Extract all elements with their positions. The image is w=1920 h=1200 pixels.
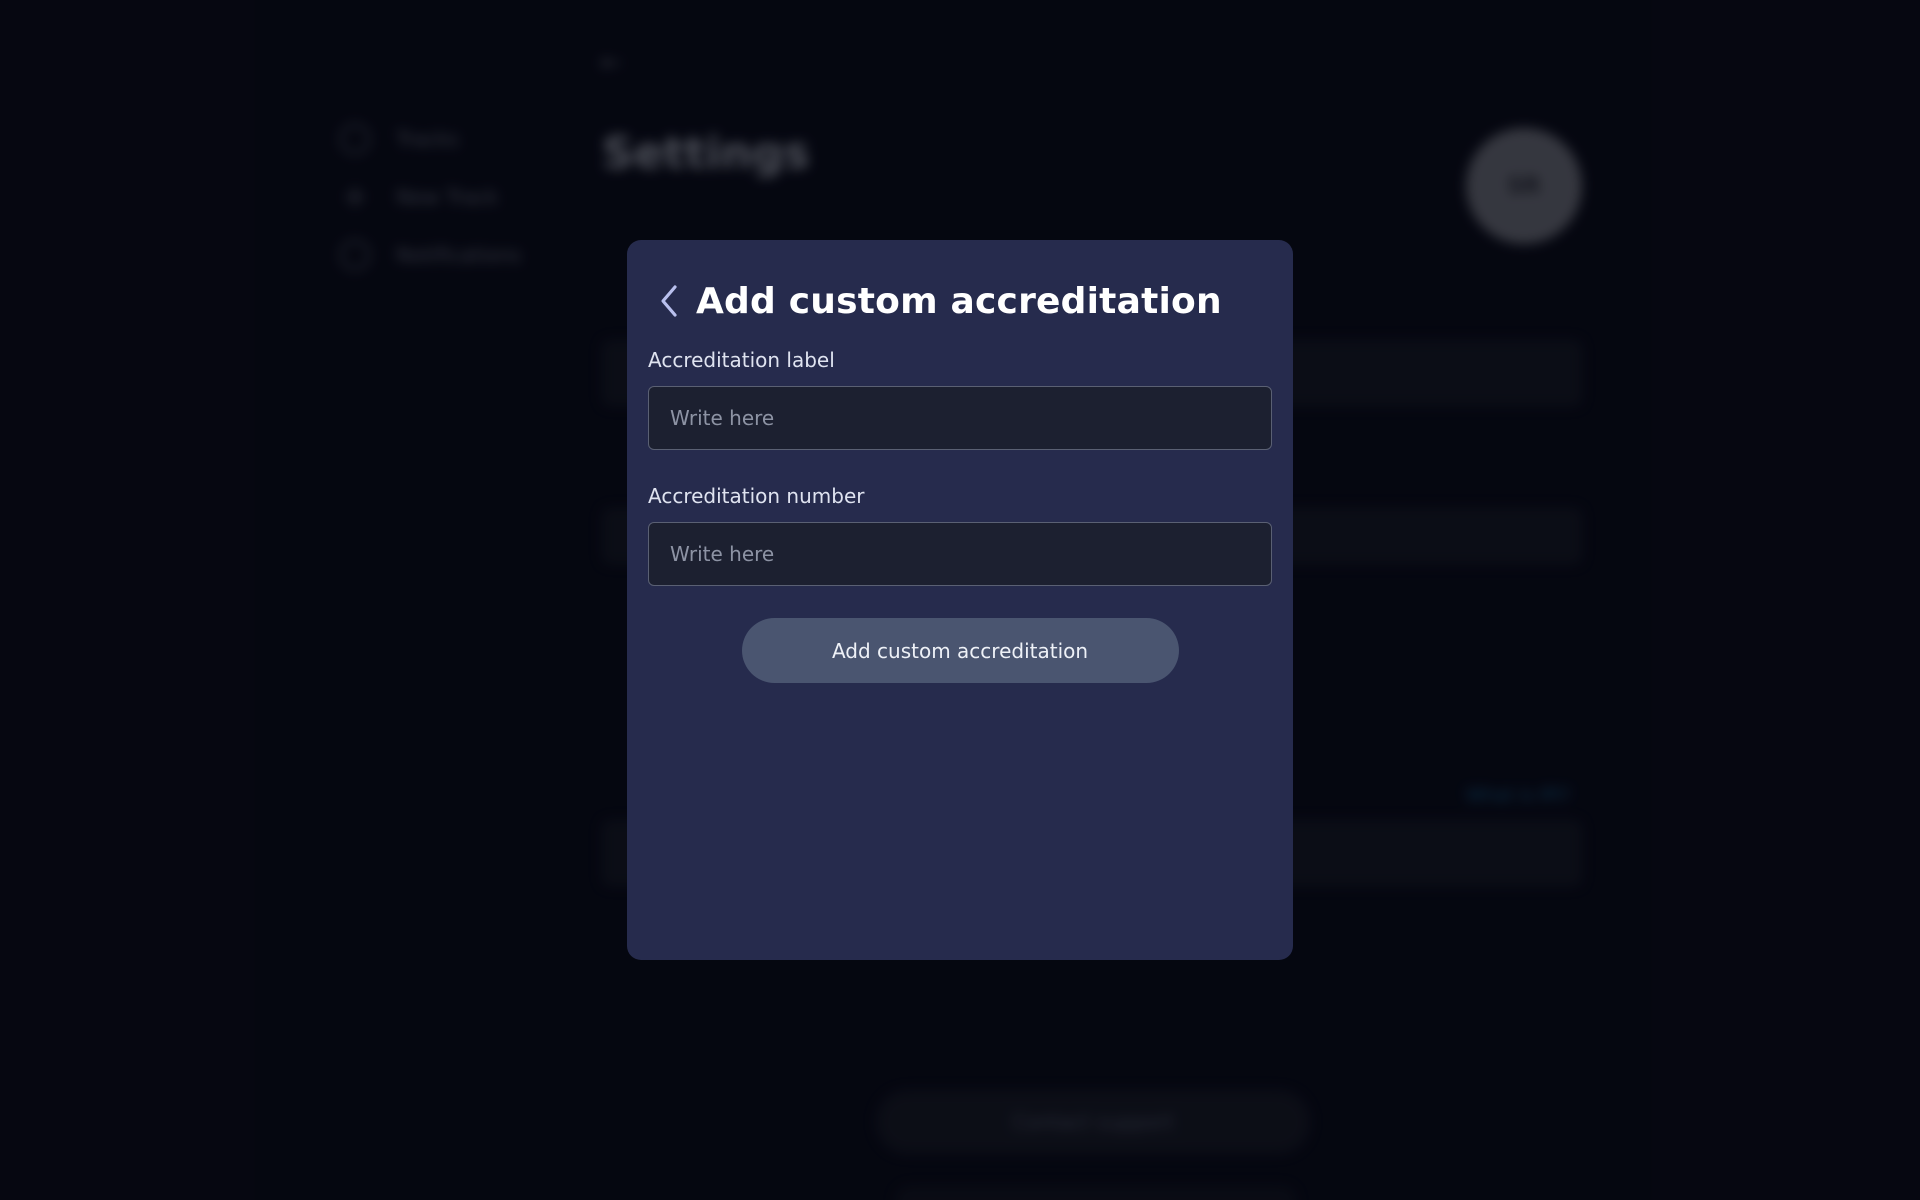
accreditation-label-group: Accreditation label <box>648 348 1272 450</box>
accreditation-number-group: Accreditation number <box>648 484 1272 586</box>
add-custom-accreditation-button[interactable]: Add custom accreditation <box>741 618 1179 683</box>
accreditation-label-label: Accreditation label <box>648 348 835 372</box>
back-button[interactable] <box>654 281 684 321</box>
app-window: ← Tracks New Track Notifications Setting… <box>0 0 1920 1200</box>
chevron-left-icon <box>661 285 677 317</box>
dialog-title: Add custom accreditation <box>696 280 1222 322</box>
add-accreditation-dialog: Add custom accreditation Accreditation l… <box>627 240 1293 960</box>
accreditation-number-input[interactable] <box>648 522 1272 586</box>
accreditation-label-input[interactable] <box>648 386 1272 450</box>
accreditation-number-label: Accreditation number <box>648 484 865 508</box>
dialog-header: Add custom accreditation <box>648 278 1272 324</box>
